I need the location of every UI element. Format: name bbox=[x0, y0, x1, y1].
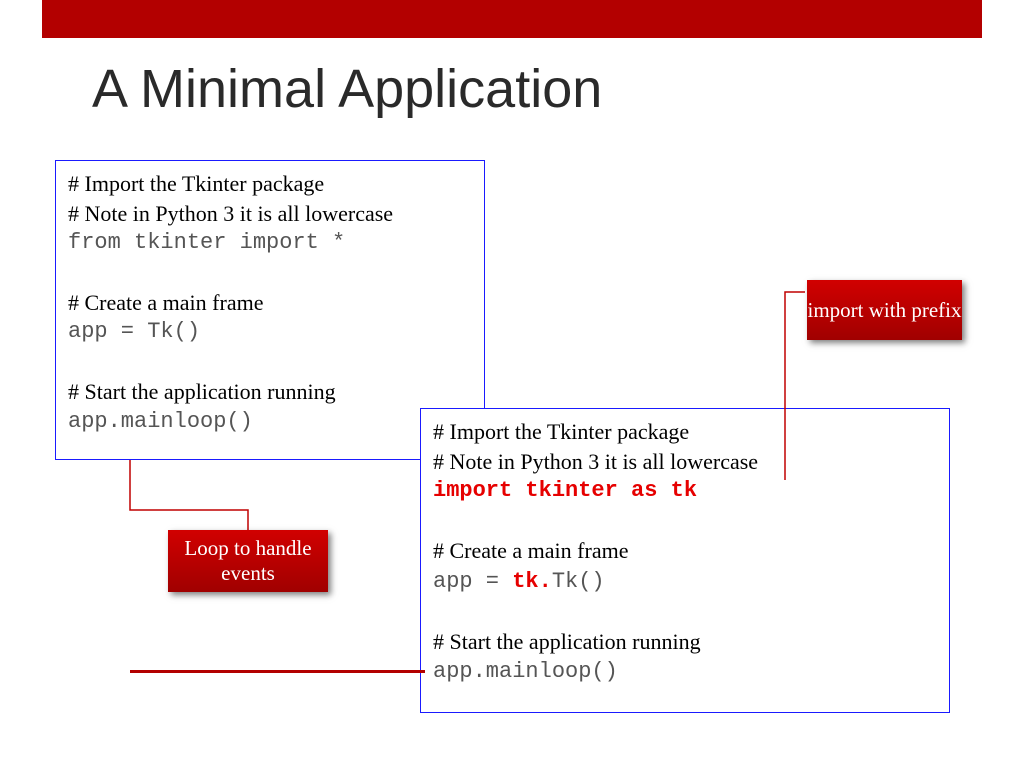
comment-line: # Create a main frame bbox=[433, 536, 937, 566]
callout-loop-events: Loop to handle events bbox=[168, 530, 328, 592]
code-line: app = Tk() bbox=[68, 317, 472, 347]
comment-line: # Start the application running bbox=[68, 377, 472, 407]
callout-import-prefix: import with prefix bbox=[807, 280, 962, 340]
code-line: app.mainloop() bbox=[433, 657, 937, 687]
slide-title: A Minimal Application bbox=[92, 58, 602, 120]
comment-line: # Note in Python 3 it is all lowercase bbox=[68, 199, 472, 229]
comment-line: # Start the application running bbox=[433, 627, 937, 657]
code-line: app.mainloop() bbox=[68, 407, 472, 437]
code-line: app = tk.Tk() bbox=[433, 565, 937, 597]
comment-line: # Import the Tkinter package bbox=[68, 169, 472, 199]
code-line-highlight: import tkinter as tk bbox=[433, 476, 937, 506]
code-line: from tkinter import * bbox=[68, 228, 472, 258]
comment-line: # Note in Python 3 it is all lowercase bbox=[433, 447, 937, 477]
comment-line: # Import the Tkinter package bbox=[433, 417, 937, 447]
divider-rule bbox=[130, 670, 425, 673]
header-bar bbox=[42, 0, 982, 38]
connector-loop bbox=[100, 460, 260, 535]
code-block-prefix: # Import the Tkinter package # Note in P… bbox=[420, 408, 950, 713]
comment-line: # Create a main frame bbox=[68, 288, 472, 318]
